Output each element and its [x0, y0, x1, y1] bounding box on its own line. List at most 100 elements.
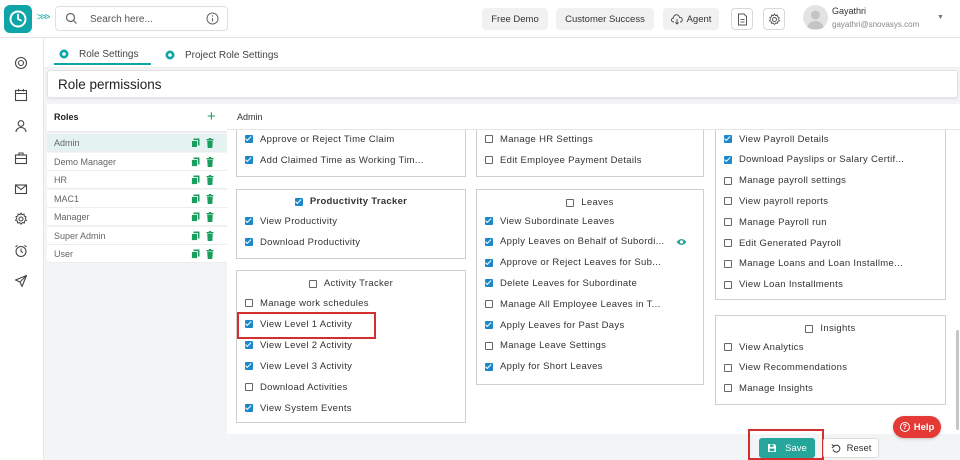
permission-item[interactable]: Apply for Short Leaves [485, 360, 603, 374]
sidebar-settings[interactable] [12, 210, 30, 228]
permission-item[interactable]: Manage Insights [724, 381, 813, 395]
permission-checkbox[interactable] [724, 239, 732, 247]
trash-icon[interactable] [206, 230, 214, 241]
permission-checkbox[interactable] [724, 259, 732, 268]
permission-item[interactable]: Edit Generated Payroll [724, 236, 841, 250]
sidebar-send[interactable] [12, 272, 30, 290]
permission-item[interactable]: Download Productivity [245, 235, 360, 249]
search-input[interactable] [90, 11, 200, 27]
group-checkbox[interactable] [805, 324, 814, 333]
permission-item[interactable]: Manage Leave Settings [485, 339, 606, 353]
group-header[interactable]: Insights [716, 323, 945, 334]
add-role-button[interactable]: + [207, 108, 216, 125]
permission-item[interactable]: Approve or Reject Time Claim [245, 132, 395, 146]
permission-item[interactable]: View Level 3 Activity [245, 359, 352, 373]
permission-item[interactable]: View System Events [245, 401, 352, 415]
group-header[interactable]: Leaves [477, 197, 703, 208]
role-row[interactable]: Manager [47, 208, 227, 226]
role-row[interactable]: Demo Manager [47, 152, 227, 171]
permission-item[interactable]: Apply Leaves on Behalf of Subordi... [485, 235, 687, 249]
permission-item[interactable]: Manage work schedules [245, 296, 369, 310]
tab-role-settings[interactable]: Role Settings [54, 45, 151, 65]
app-logo[interactable] [4, 5, 32, 33]
permission-checkbox[interactable] [724, 343, 732, 351]
permission-checkbox[interactable] [485, 237, 493, 246]
permission-item[interactable]: Delete Leaves for Subordinate [485, 276, 637, 290]
permission-item[interactable]: View Subordinate Leaves [485, 214, 614, 228]
permission-item[interactable]: Approve or Reject Leaves for Sub... [485, 256, 661, 270]
permission-item[interactable]: Download Activities [245, 380, 348, 394]
permission-checkbox[interactable] [245, 238, 253, 246]
permission-checkbox[interactable] [485, 279, 493, 288]
permission-item[interactable]: Apply Leaves for Past Days [485, 318, 625, 332]
settings-button[interactable] [763, 8, 785, 30]
permission-checkbox[interactable] [724, 155, 732, 164]
trash-icon[interactable] [206, 212, 214, 222]
permission-item[interactable]: View Payroll Details [724, 132, 829, 146]
sidebar-calendar[interactable] [12, 86, 30, 104]
permission-checkbox[interactable] [485, 300, 493, 309]
permission-checkbox[interactable] [485, 217, 493, 225]
permission-checkbox[interactable] [245, 362, 253, 370]
customer-success-button[interactable]: Customer Success [556, 8, 654, 30]
copy-icon[interactable] [191, 157, 200, 167]
sidebar-briefcase[interactable] [12, 149, 30, 167]
group-checkbox[interactable] [308, 279, 317, 288]
permission-checkbox[interactable] [245, 341, 253, 349]
trash-icon[interactable] [206, 138, 214, 148]
permission-item[interactable]: Manage HR Settings [485, 132, 593, 146]
permission-item[interactable]: Manage Payroll run [724, 215, 827, 229]
permission-checkbox[interactable] [485, 258, 493, 267]
permission-checkbox[interactable] [245, 135, 253, 143]
copy-icon[interactable] [191, 138, 200, 148]
permission-checkbox[interactable] [485, 321, 493, 329]
expand-sidebar-icon[interactable]: >>> [37, 12, 50, 23]
permission-checkbox[interactable] [245, 383, 253, 391]
permission-checkbox[interactable] [245, 404, 253, 412]
permission-item[interactable]: View Recommendations [724, 361, 847, 375]
permission-checkbox[interactable] [485, 135, 493, 143]
permission-item[interactable]: Manage Loans and Loan Installme... [724, 257, 903, 271]
permission-item[interactable]: Download Payslips or Salary Certif... [724, 153, 904, 167]
sidebar-alarm[interactable] [12, 242, 30, 260]
user-menu-caret-icon[interactable]: ▼ [937, 14, 944, 21]
copy-icon[interactable] [191, 175, 200, 185]
permission-checkbox[interactable] [724, 280, 732, 289]
permission-item[interactable]: Manage All Employee Leaves in T... [485, 297, 661, 311]
permission-item[interactable]: View Productivity [245, 214, 337, 228]
eye-icon[interactable] [676, 238, 687, 246]
permission-item[interactable]: View payroll reports [724, 194, 828, 208]
permission-checkbox[interactable] [485, 156, 493, 164]
group-header[interactable]: Productivity Tracker [237, 196, 465, 207]
permission-checkbox[interactable] [724, 384, 732, 392]
user-name[interactable]: Gayathri [832, 6, 866, 16]
sidebar-users[interactable] [12, 117, 30, 135]
copy-icon[interactable] [191, 249, 200, 259]
role-row[interactable]: Super Admin [47, 226, 227, 245]
permission-item[interactable]: View Level 2 Activity [245, 338, 352, 352]
user-avatar[interactable] [803, 5, 828, 30]
permission-checkbox[interactable] [245, 217, 253, 225]
role-row[interactable]: Admin [47, 134, 227, 152]
permission-item[interactable]: Manage payroll settings [724, 174, 846, 188]
permission-checkbox[interactable] [245, 299, 253, 307]
permissions-scrollbar[interactable] [956, 330, 959, 430]
sidebar-dashboard[interactable] [12, 54, 30, 72]
trash-icon[interactable] [206, 249, 214, 259]
trash-icon[interactable] [206, 175, 214, 185]
sidebar-mail[interactable] [12, 180, 30, 198]
permission-item[interactable]: View Loan Installments [724, 278, 843, 292]
copy-icon[interactable] [191, 231, 200, 241]
agent-button[interactable]: Agent [663, 8, 719, 30]
permission-checkbox[interactable] [485, 362, 493, 371]
permission-checkbox[interactable] [724, 176, 732, 185]
info-icon[interactable] [206, 12, 219, 25]
permission-checkbox[interactable] [485, 341, 493, 350]
permission-checkbox[interactable] [724, 218, 732, 227]
trash-icon[interactable] [206, 156, 214, 167]
permission-item[interactable]: Add Claimed Time as Working Tim... [245, 153, 424, 167]
permission-item[interactable]: View Analytics [724, 340, 804, 354]
permission-checkbox[interactable] [245, 156, 253, 164]
reset-button[interactable]: Reset [823, 438, 879, 458]
permission-item[interactable]: Edit Employee Payment Details [485, 153, 642, 167]
